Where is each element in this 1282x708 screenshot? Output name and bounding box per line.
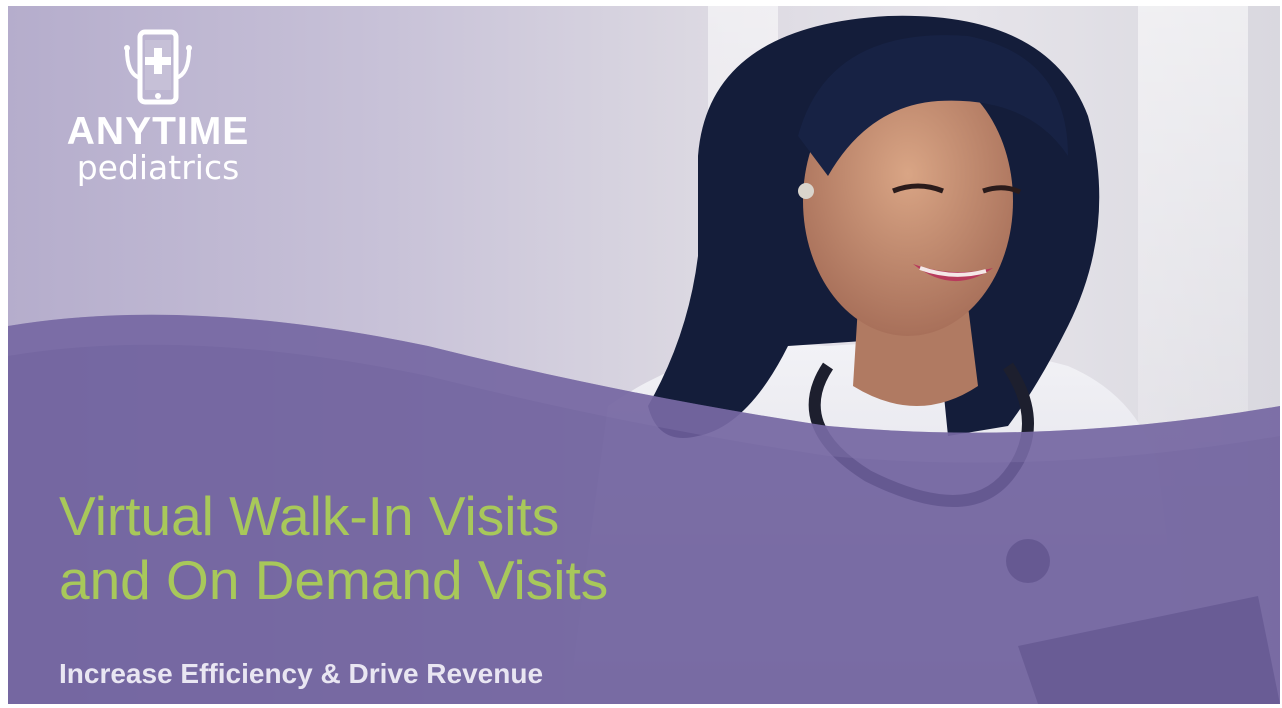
- brand-name-bottom: pediatrics: [76, 148, 240, 187]
- tablet-medical-cross-icon: [124, 29, 192, 105]
- headline-line-1: Virtual Walk-In Visits: [59, 485, 560, 547]
- title-slide: ANYTIME pediatrics Virtual Walk-In Visit…: [8, 6, 1280, 704]
- slide-headline: Virtual Walk-In Visits and On Demand Vis…: [59, 484, 608, 612]
- brand-name-top: ANYTIME: [66, 110, 250, 153]
- headline-line-2: and On Demand Visits: [59, 549, 609, 611]
- anytime-pediatrics-logo: ANYTIME pediatrics: [48, 28, 268, 186]
- video-frame: ANYTIME pediatrics Virtual Walk-In Visit…: [0, 0, 1282, 708]
- slide-subtitle: Increase Efficiency & Drive Revenue: [59, 658, 544, 689]
